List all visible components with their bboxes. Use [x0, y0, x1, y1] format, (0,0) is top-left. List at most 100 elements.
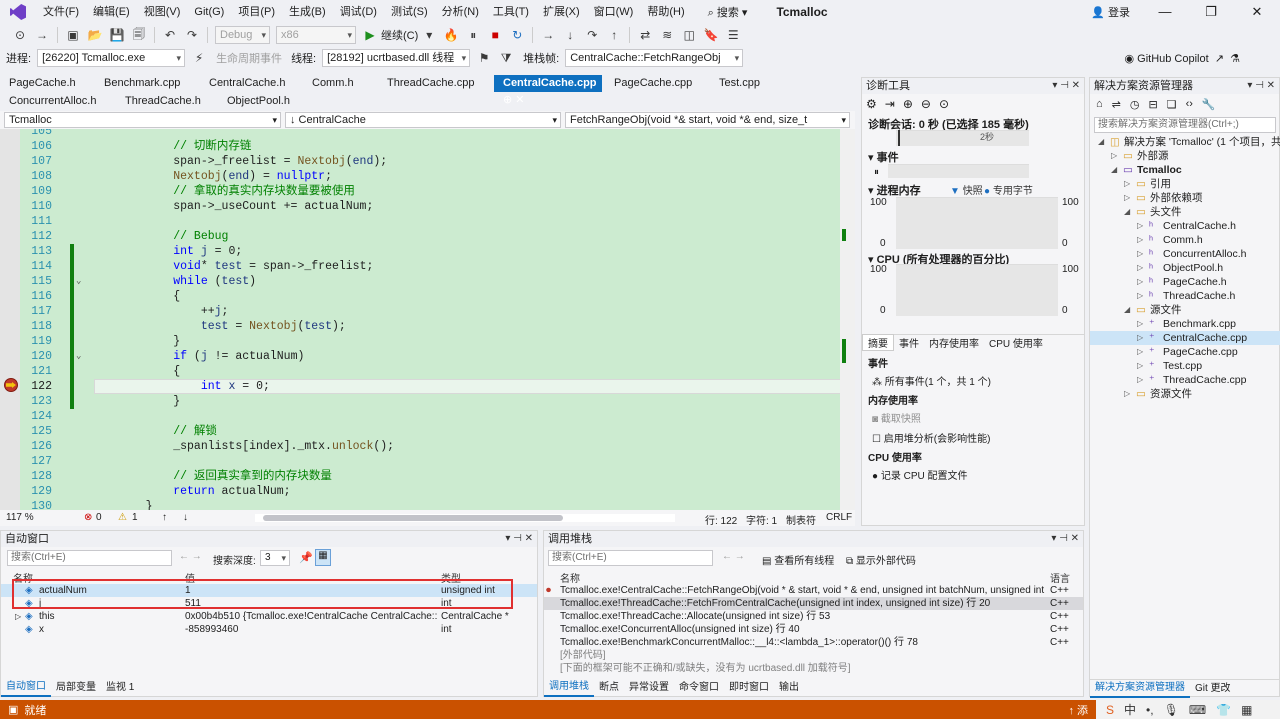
- ime-mic-icon[interactable]: 🎙: [1164, 703, 1179, 717]
- expand-icon[interactable]: ▷: [1137, 345, 1143, 359]
- restart-icon[interactable]: ↻: [509, 27, 525, 43]
- platform-dropdown[interactable]: x86: [276, 26, 356, 44]
- step-over-icon[interactable]: ↷: [584, 27, 600, 43]
- menu-item[interactable]: 扩展(X): [536, 0, 587, 24]
- undo-icon[interactable]: ↶: [162, 27, 178, 43]
- cpu-graph[interactable]: [896, 264, 1058, 316]
- code-area[interactable]: 105 106 // 切断内存链 107 span->_freelist = Nex…: [20, 129, 855, 510]
- dropdown-icon[interactable]: ▾: [421, 27, 437, 43]
- show-all-icon[interactable]: ❏: [1167, 98, 1177, 111]
- pin-icon[interactable]: ▾ ⊣ ✕: [1052, 78, 1080, 94]
- tree-item[interactable]: ◢ ▭ 源文件: [1090, 303, 1280, 317]
- code-line[interactable]: 114 void* test = span->_freelist;: [20, 259, 840, 274]
- solution-search[interactable]: 搜索解决方案资源管理器(Ctrl+;): [1094, 117, 1276, 133]
- back-icon[interactable]: ⊙: [12, 27, 28, 43]
- zoom-in-icon[interactable]: ⊕: [903, 97, 913, 111]
- menu-item[interactable]: 帮助(H): [640, 0, 691, 24]
- autos-search[interactable]: 搜索(Ctrl+E): [7, 550, 172, 566]
- show-next-statement-icon[interactable]: →: [540, 27, 556, 43]
- tree-item[interactable]: ▷ ⁺ CentralCache.cpp: [1090, 331, 1280, 345]
- callstack-tab-2[interactable]: 异常设置: [624, 679, 674, 696]
- tree-item[interactable]: ▷ ▭ 资源文件: [1090, 387, 1280, 401]
- breakpoint-margin[interactable]: [0, 129, 20, 510]
- export-icon[interactable]: ⇥: [885, 97, 895, 111]
- callstack-search[interactable]: 搜索(Ctrl+E): [548, 550, 713, 566]
- stack-frame[interactable]: Tcmalloc.exe!ConcurrentAlloc(unsigned in…: [544, 623, 1083, 636]
- tab-concurrentalloc-h[interactable]: ConcurrentAlloc.h: [0, 93, 96, 110]
- project-dropdown[interactable]: Tcmalloc: [4, 112, 281, 128]
- code-line[interactable]: 123 }: [20, 394, 840, 409]
- tab-close-icon[interactable]: ⊕ ✕: [503, 94, 525, 106]
- search-nav-icon[interactable]: ← →: [722, 551, 745, 562]
- tree-item[interactable]: ▷ ⁺ PageCache.cpp: [1090, 345, 1280, 359]
- eol-indicator[interactable]: CRLF: [826, 512, 852, 523]
- tree-item[interactable]: ◢ ▭ 头文件: [1090, 205, 1280, 219]
- code-line[interactable]: 118 test = Nextobj(test);: [20, 319, 840, 334]
- stack-frame[interactable]: ⏺ Tcmalloc.exe!CentralCache::FetchRangeOb…: [544, 584, 1083, 597]
- hot-reload-icon[interactable]: 🔥: [443, 27, 459, 43]
- memory-graph[interactable]: [896, 197, 1058, 249]
- tree-item[interactable]: ▷ ʰ CentralCache.h: [1090, 219, 1280, 233]
- lifecycle-events-button[interactable]: 生命周期事件: [216, 50, 282, 66]
- column-header[interactable]: 语言: [1050, 570, 1070, 585]
- tab-objectpool-h[interactable]: ObjectPool.h: [218, 93, 290, 110]
- code-line[interactable]: 105: [20, 129, 840, 139]
- tabs-indicator[interactable]: 制表符: [786, 512, 816, 527]
- error-count[interactable]: 0: [96, 512, 102, 523]
- menu-item[interactable]: 编辑(E): [86, 0, 137, 24]
- stack-frame[interactable]: [外部代码]: [544, 649, 1083, 662]
- lifecycle-icon[interactable]: ⚡: [191, 50, 207, 66]
- tab-pagecache-h[interactable]: PageCache.h: [0, 75, 90, 92]
- timeline[interactable]: [896, 130, 1029, 146]
- zoom-out-icon[interactable]: ⊖: [921, 97, 931, 111]
- menu-item[interactable]: 项目(P): [231, 0, 282, 24]
- expand-icon[interactable]: ▷: [1137, 233, 1143, 247]
- forward-icon[interactable]: →: [34, 27, 50, 43]
- vertical-scrollbar[interactable]: [840, 129, 855, 510]
- zoom-level[interactable]: 117 %: [6, 512, 34, 523]
- code-line[interactable]: 110 span->_useCount += actualNum;: [20, 199, 840, 214]
- menu-item[interactable]: 调试(D): [333, 0, 384, 24]
- tree-item[interactable]: ▷ ʰ ThreadCache.h: [1090, 289, 1280, 303]
- scope-dropdown[interactable]: ↓ CentralCache: [285, 112, 561, 128]
- stack-frame[interactable]: Tcmalloc.exe!ThreadCache::Allocate(unsig…: [544, 610, 1083, 623]
- tree-item[interactable]: ▷ ▭ 外部源: [1090, 149, 1280, 163]
- expand-icon[interactable]: ▷: [1137, 317, 1143, 331]
- code-line[interactable]: 112 // Bebug: [20, 229, 840, 244]
- depth-dropdown[interactable]: 3: [260, 550, 290, 566]
- home-icon[interactable]: ⌂: [1096, 98, 1103, 110]
- ime-chinese-icon[interactable]: 中: [1124, 701, 1136, 718]
- menu-item[interactable]: 分析(N): [435, 0, 486, 24]
- expand-icon[interactable]: ▷: [1137, 275, 1143, 289]
- code-line[interactable]: 113 int j = 0;: [20, 244, 840, 259]
- expand-icon[interactable]: ▷: [1124, 177, 1130, 191]
- code-line[interactable]: 121 {: [20, 364, 840, 379]
- diag-tab-3[interactable]: CPU 使用率: [984, 335, 1048, 350]
- search-button[interactable]: ⌕ 搜索 ▾: [700, 4, 756, 20]
- menu-item[interactable]: 窗口(W): [587, 0, 641, 24]
- diag-tab-1[interactable]: 事件: [894, 335, 924, 350]
- code-line[interactable]: 107 span->_freelist = Nextobj(end);: [20, 154, 840, 169]
- expand-icon[interactable]: ▷: [1137, 247, 1143, 261]
- solution-tab-1[interactable]: Git 更改: [1190, 680, 1236, 697]
- format-icon[interactable]: 📌: [299, 551, 313, 564]
- tree-item[interactable]: ▷ ⁺ ThreadCache.cpp: [1090, 373, 1280, 387]
- process-dropdown[interactable]: [26220] Tcmalloc.exe: [37, 49, 186, 67]
- diag-tab-0[interactable]: 摘要: [862, 334, 894, 351]
- ime-skin-icon[interactable]: 👕: [1216, 703, 1231, 717]
- code-line[interactable]: 128 // 返回真实拿到的内存块数量: [20, 469, 840, 484]
- stack-frame[interactable]: Tcmalloc.exe!ThreadCache::FetchFromCentr…: [544, 597, 1083, 610]
- warning-count[interactable]: 1: [132, 512, 138, 523]
- reset-zoom-icon[interactable]: ⊙: [939, 97, 949, 111]
- fold-icon[interactable]: ⌄: [76, 274, 81, 289]
- pending-changes-icon[interactable]: ◷: [1130, 98, 1140, 111]
- expand-icon[interactable]: ◢: [1124, 303, 1130, 317]
- pause-icon[interactable]: ⏸: [465, 27, 481, 43]
- autos-tab-0[interactable]: 自动窗口: [1, 678, 51, 697]
- tree-item[interactable]: ◢ ▭ Tcmalloc: [1090, 163, 1280, 177]
- callstack-tab-4[interactable]: 即时窗口: [724, 679, 774, 696]
- expand-icon[interactable]: ▷: [1137, 331, 1143, 345]
- properties-icon[interactable]: 🔧: [1202, 98, 1216, 111]
- watch-row[interactable]: ▷ ◈ this 0x00b4b510 {Tcmalloc.exe!CentralCa…: [1, 610, 537, 623]
- tree-item[interactable]: ▷ ⁺ Benchmark.cpp: [1090, 317, 1280, 331]
